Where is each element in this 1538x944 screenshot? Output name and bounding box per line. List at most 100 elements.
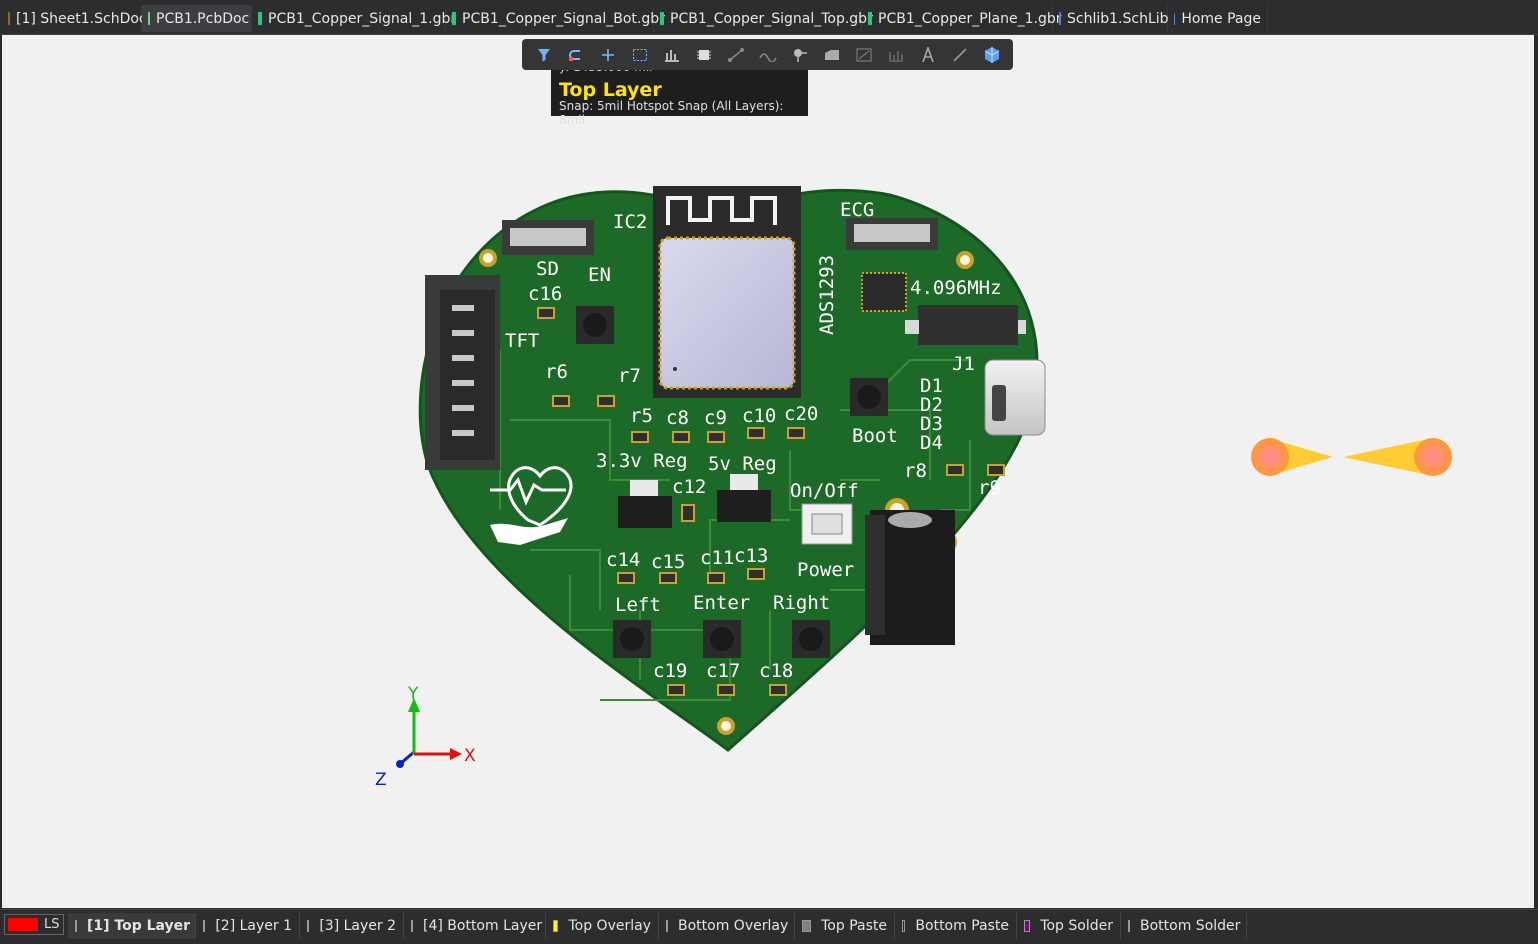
layer-tab-label: [1] Top Layer xyxy=(87,918,191,934)
crosshair-icon[interactable] xyxy=(592,42,624,68)
label-c14: c14 xyxy=(606,549,640,571)
tab-copper-signal-1[interactable]: PCB1_Copper_Signal_1.gbr xyxy=(252,5,456,32)
label-c15: c15 xyxy=(651,551,685,573)
label-c16: c16 xyxy=(528,283,562,305)
label-boot: Boot xyxy=(852,425,898,447)
tab-label: PCB1_Copper_Signal_1.gbr xyxy=(268,10,457,27)
label-c10: c10 xyxy=(742,405,776,427)
crystal-4mhz xyxy=(918,305,1018,345)
region-icon[interactable] xyxy=(880,42,912,68)
tab-copper-signal-top[interactable]: PCB1_Copper_Signal_Top.gbr xyxy=(654,5,873,32)
ads1293-chip xyxy=(861,272,907,312)
axis-y-label: Y xyxy=(407,684,419,704)
label-right: Right xyxy=(773,592,830,614)
pin-icon[interactable] xyxy=(784,42,816,68)
layer-color-swatch xyxy=(75,920,77,932)
tab-label: PCB1.PcbDoc xyxy=(156,10,250,27)
label-freq: 4.096MHz xyxy=(910,277,1002,299)
tab-home-page[interactable]: Home Page xyxy=(1168,5,1268,32)
gerber-file-icon xyxy=(868,12,872,25)
gerber-file-icon xyxy=(660,12,664,25)
layer-tab-label: Top Solder xyxy=(1040,918,1113,934)
reg-3v3 xyxy=(618,496,672,528)
layer-tab-label: Bottom Overlay xyxy=(678,918,789,934)
layer-tab-label: Top Overlay xyxy=(568,918,651,934)
label-r9: r9 xyxy=(978,477,1001,499)
label-r7: r7 xyxy=(618,365,641,387)
3d-body-icon[interactable] xyxy=(976,42,1008,68)
label-c9: c9 xyxy=(704,407,727,429)
component-icon[interactable] xyxy=(688,42,720,68)
layer-color-swatch xyxy=(1024,920,1031,932)
tab-copper-plane-1[interactable]: PCB1_Copper_Plane_1.gbr xyxy=(862,5,1062,32)
filter-icon[interactable] xyxy=(528,42,560,68)
schematic-doc-icon xyxy=(8,12,10,25)
label-r6: r6 xyxy=(545,361,568,383)
layer-tab-top-layer[interactable]: [1] Top Layer xyxy=(68,913,196,939)
text-icon[interactable] xyxy=(912,42,944,68)
align-icon[interactable] xyxy=(656,42,688,68)
label-r5: r5 xyxy=(630,405,653,427)
polygon-icon[interactable] xyxy=(816,42,848,68)
document-tab-bar: [1] Sheet1.SchDoc PCB1.PcbDoc PCB1_Coppe… xyxy=(0,0,1538,35)
tab-label: PCB1_Copper_Signal_Bot.gbr xyxy=(462,10,665,27)
label-c17: c17 xyxy=(706,660,740,682)
layer-set-selector[interactable]: LS xyxy=(4,914,64,935)
snap-settings: Snap: 5mil Hotspot Snap (All Layers): 8m… xyxy=(559,99,784,127)
label-c19: c19 xyxy=(653,660,687,682)
layer-color-swatch xyxy=(411,920,413,932)
route-icon[interactable] xyxy=(560,42,592,68)
pcb-doc-icon xyxy=(148,12,150,25)
layer-tab-top-overlay[interactable]: Top Overlay xyxy=(546,913,659,939)
label-c20: c20 xyxy=(784,403,818,425)
layer-color-swatch xyxy=(307,920,310,932)
axis-z-label: Z xyxy=(375,770,387,790)
tab-schlib1[interactable]: Schlib1.SchLib xyxy=(1053,5,1169,32)
label-onoff: On/Off xyxy=(790,480,859,502)
connection-icon[interactable] xyxy=(720,42,752,68)
label-left: Left xyxy=(615,594,661,616)
label-c11: c11 xyxy=(700,547,734,569)
layer-tab-bottom-solder[interactable]: Bottom Solder xyxy=(1121,913,1247,939)
label-sd: SD xyxy=(536,258,559,280)
layer-tab-bottom-overlay[interactable]: Bottom Overlay xyxy=(659,913,795,939)
tab-pcb1-pcbdoc[interactable]: PCB1.PcbDoc xyxy=(142,5,252,32)
layer-tab-bottom-paste[interactable]: Bottom Paste xyxy=(895,913,1017,939)
line-icon[interactable] xyxy=(944,42,976,68)
layer-tab-bottom-layer[interactable]: [4] Bottom Layer xyxy=(404,913,546,939)
tab-label: [1] Sheet1.SchDoc xyxy=(16,10,147,27)
tab-label: PCB1_Copper_Plane_1.gbr xyxy=(878,10,1062,27)
dimension-icon[interactable] xyxy=(848,42,880,68)
layer-color-swatch xyxy=(1128,920,1130,932)
interactive-route-icon[interactable] xyxy=(752,42,784,68)
layer-tab-layer-2[interactable]: [3] Layer 2 xyxy=(300,913,404,939)
tab-label: Schlib1.SchLib xyxy=(1067,10,1169,27)
tab-copper-signal-bot[interactable]: PCB1_Copper_Signal_Bot.gbr xyxy=(446,5,665,32)
current-layer-name: Top Layer xyxy=(559,79,662,101)
label-tft: TFT xyxy=(505,330,539,352)
layer-tab-label: Bottom Solder xyxy=(1140,918,1241,934)
pcb-board-3d[interactable]: IC2 SD EN c16 TFT r6 r7 ECG ADS1293 4.09… xyxy=(410,180,1060,760)
layer-tab-top-paste[interactable]: Top Paste xyxy=(795,913,895,939)
tab-label: Home Page xyxy=(1181,10,1261,27)
label-j1: J1 xyxy=(952,353,975,375)
label-power: Power xyxy=(797,559,854,581)
label-r8: r8 xyxy=(904,460,927,482)
tab-sheet1-schdoc[interactable]: [1] Sheet1.SchDoc xyxy=(2,5,147,32)
label-en: EN xyxy=(588,264,611,286)
tft-connector xyxy=(425,275,500,470)
label-d4: D4 xyxy=(920,432,943,454)
layer-tab-layer-1[interactable]: [2] Layer 1 xyxy=(196,913,300,939)
label-ecg: ECG xyxy=(840,199,874,221)
layer-tab-top-solder[interactable]: Top Solder xyxy=(1017,913,1121,939)
label-reg5: 5v Reg xyxy=(708,453,777,475)
layer-color-swatch xyxy=(666,920,668,932)
select-rect-icon[interactable] xyxy=(624,42,656,68)
esp32-module xyxy=(653,186,801,398)
gerber-file-icon xyxy=(452,12,456,25)
layer-set-label: LS xyxy=(44,917,60,932)
label-c13: c13 xyxy=(734,545,768,567)
gerber-file-icon xyxy=(258,12,262,25)
layer-tab-label: Bottom Paste xyxy=(915,918,1009,934)
layer-tab-label: [2] Layer 1 xyxy=(215,918,292,934)
